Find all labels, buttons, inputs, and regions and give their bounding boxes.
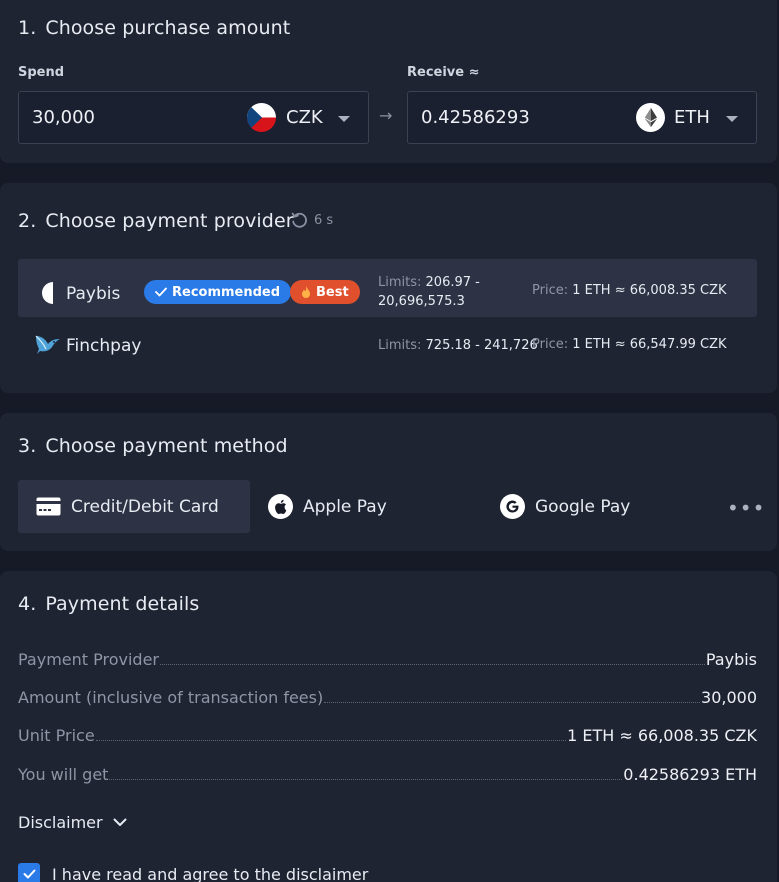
agree-disclaimer[interactable]: I have read and agree to the disclaimer [18, 863, 368, 882]
more-options-icon[interactable]: ••• [727, 496, 765, 520]
refresh-timer-text: 6 s [314, 212, 334, 228]
detail-value: 30,000 [701, 688, 757, 707]
payment-method-label: Google Pay [535, 496, 631, 517]
arrow-right-icon: → [379, 106, 393, 125]
detail-key: Amount (inclusive of transaction fees) [18, 688, 324, 707]
spend-amount-field[interactable]: 30,000 CZK [18, 91, 369, 144]
czech-flag-icon [247, 103, 276, 132]
provider-limits: Limits: 206.97 - 20,696,575.3 [378, 273, 480, 311]
detail-key: Unit Price [18, 726, 95, 745]
detail-value: Paybis [705, 650, 757, 669]
detail-key: You will get [18, 765, 109, 784]
detail-key: Payment Provider [18, 650, 160, 669]
receive-label: Receive ≈ [407, 65, 480, 80]
section-title: 2. Choose payment provider [18, 210, 294, 232]
provider-row-finchpay[interactable]: Finchpay Limits: 725.18 - 241,726 Price:… [18, 317, 757, 373]
section-title: 3. Choose payment method [18, 435, 288, 457]
section-title-text: Choose purchase amount [45, 17, 291, 39]
section-title: 4. Payment details [18, 593, 199, 615]
receive-currency-dropdown-icon[interactable] [726, 116, 738, 122]
detail-row-payment-provider: Payment Provider Paybis [18, 647, 757, 669]
section-title: 1. Choose purchase amount [18, 17, 290, 39]
recommended-badge: Recommended [144, 280, 292, 304]
section-number: 4. [18, 593, 37, 615]
payment-method-card[interactable]: Credit/Debit Card [18, 480, 250, 533]
recommended-badge-label: Recommended [172, 284, 281, 300]
limits-value-line1: 206.97 - [425, 275, 480, 290]
limits-label: Limits: [378, 275, 422, 290]
payment-method-label: Apple Pay [303, 496, 387, 517]
receive-amount-value: 0.42586293 [421, 107, 530, 128]
dotted-leader [160, 664, 705, 665]
ethereum-icon [636, 103, 665, 132]
checkmark-icon [155, 287, 167, 297]
spend-label: Spend [18, 65, 65, 80]
provider-name: Paybis [66, 284, 121, 304]
section-number: 2. [18, 210, 37, 232]
agree-label: I have read and agree to the disclaimer [52, 864, 369, 882]
disclaimer-toggle[interactable]: Disclaimer [18, 813, 127, 832]
credit-card-icon [36, 497, 61, 516]
detail-value: 0.42586293 ETH [623, 765, 757, 784]
price-label: Price: [532, 283, 569, 298]
price-label: Price: [532, 337, 569, 352]
dotted-leader [95, 740, 567, 741]
detail-row-unit-price: Unit Price 1 ETH ≈ 66,008.35 CZK [18, 723, 757, 745]
payment-details-section: 4. Payment details Payment Provider Paybi… [0, 571, 777, 882]
spend-currency-code[interactable]: CZK [286, 107, 323, 128]
detail-value: 1 ETH ≈ 66,008.35 CZK [567, 726, 757, 745]
dotted-leader [324, 702, 701, 703]
spend-amount-value[interactable]: 30,000 [32, 107, 95, 128]
section-number: 1. [18, 17, 37, 39]
dotted-leader [109, 779, 623, 780]
refresh-timer[interactable]: 6 s [290, 211, 333, 229]
price-value: 1 ETH ≈ 66,547.99 CZK [572, 337, 727, 352]
spend-currency-dropdown-icon[interactable] [338, 116, 350, 122]
provider-limits: Limits: 725.18 - 241,726 [378, 336, 538, 355]
payment-method-label: Credit/Debit Card [71, 496, 219, 517]
section-number: 3. [18, 435, 37, 457]
provider-price: Price: 1 ETH ≈ 66,008.35 CZK [532, 283, 727, 298]
provider-row-paybis[interactable]: Paybis Recommended Best Limits: 206.97 -… [18, 259, 757, 317]
payment-method-google-pay[interactable]: Google Pay [500, 480, 630, 533]
purchase-amount-section: 1. Choose purchase amount Spend Receive ≈… [0, 0, 777, 163]
payment-provider-section: 2. Choose payment provider 6 s Paybis Rec… [0, 183, 777, 393]
receive-currency-code[interactable]: ETH [674, 107, 710, 128]
best-badge-label: Best [316, 284, 349, 300]
checkmark-icon [23, 869, 35, 879]
payment-method-apple-pay[interactable]: Apple Pay [268, 480, 387, 533]
section-title-text: Payment details [45, 593, 200, 615]
provider-name: Finchpay [66, 336, 142, 356]
detail-row-you-will-get: You will get 0.42586293 ETH [18, 762, 757, 784]
payment-method-section: 3. Choose payment method Credit/Debit Car… [0, 413, 777, 551]
agree-checkbox[interactable] [18, 863, 40, 882]
chevron-down-icon[interactable] [113, 818, 127, 827]
section-title-text: Choose payment method [45, 435, 288, 457]
limits-value: 725.18 - 241,726 [425, 338, 538, 353]
google-icon [500, 494, 525, 519]
fire-icon [302, 285, 310, 298]
section-title-text: Choose payment provider [45, 210, 294, 232]
price-value: 1 ETH ≈ 66,008.35 CZK [572, 283, 727, 298]
detail-row-amount: Amount (inclusive of transaction fees) 3… [18, 685, 757, 707]
apple-icon [268, 494, 293, 519]
best-badge: Best [290, 280, 360, 304]
limits-value-line2: 20,696,575.3 [378, 294, 465, 309]
provider-price: Price: 1 ETH ≈ 66,547.99 CZK [532, 337, 727, 352]
paybis-logo-icon [42, 282, 56, 308]
refresh-icon[interactable] [290, 211, 308, 229]
disclaimer-label: Disclaimer [18, 813, 103, 832]
receive-amount-field[interactable]: 0.42586293 ETH [407, 91, 757, 144]
limits-label: Limits: [378, 338, 422, 353]
finchpay-logo-icon [34, 332, 62, 360]
